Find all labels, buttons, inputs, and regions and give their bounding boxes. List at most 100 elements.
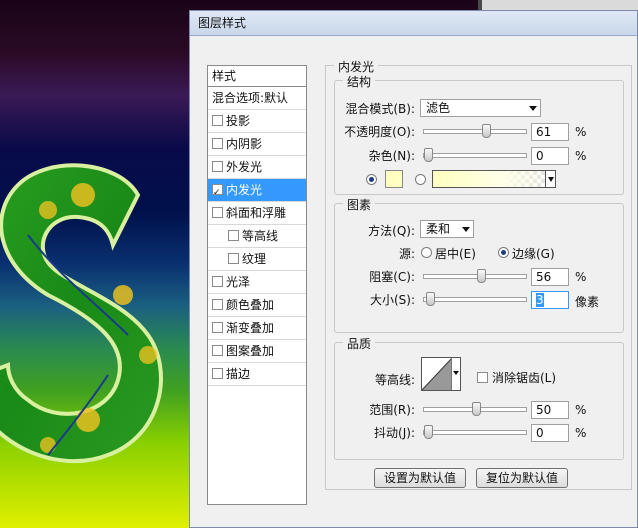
style-checkbox[interactable] [212,161,223,172]
structure-group: 结构 混合模式(B): 滤色 不透明度(O): 61 % 杂色(N): 0 % [334,73,624,195]
size-label: 大小(S): [369,293,415,307]
style-item[interactable]: 图案叠加 [208,340,306,363]
style-checkbox[interactable] [212,322,223,333]
structure-title: 结构 [343,73,376,90]
size-slider[interactable] [423,292,527,306]
style-item-label: 纹理 [242,252,267,266]
source-edge-label[interactable]: 边缘(G) [512,245,555,262]
opacity-input[interactable]: 61 [531,123,569,141]
blend-mode-value: 滤色 [426,101,451,115]
jitter-slider[interactable] [423,425,527,439]
style-item-label: 等高线 [242,229,279,243]
source-center-label[interactable]: 居中(E) [435,245,476,262]
jitter-input[interactable]: 0 [531,424,569,442]
chevron-down-icon [529,106,537,111]
style-item[interactable]: 投影 [208,110,306,133]
gradient-picker[interactable] [432,170,556,188]
contour-label: 等高线: [374,373,415,387]
noise-slider-thumb[interactable] [424,148,433,162]
choke-input[interactable]: 56 [531,268,569,286]
chevron-down-icon [462,227,470,232]
style-item-label: 斜面和浮雕 [226,206,287,220]
style-item-label: 颜色叠加 [226,298,275,312]
layer-style-dialog: 图层样式 样式 混合选项:默认 投影内阴影外发光内发光斜面和浮雕等高线纹理光泽颜… [189,10,638,528]
gradient-radio[interactable] [415,174,426,185]
style-checkbox[interactable] [212,115,223,126]
elements-group: 图素 方法(Q): 柔和 源: 居中(E) 边缘(G) 阻塞(C): 56 % … [334,196,624,333]
style-item-label: 外发光 [226,160,263,174]
style-item-label: 描边 [226,367,251,381]
quality-group: 品质 等高线: 消除锯齿(L) 范围(R): 50 % 抖动(J): 0 % [334,335,624,460]
style-item[interactable]: 描边 [208,363,306,386]
size-slider-thumb[interactable] [426,292,435,306]
opacity-slider-thumb[interactable] [482,124,491,138]
technique-select[interactable]: 柔和 [420,220,474,238]
source-edge-radio[interactable] [498,247,509,258]
style-checkbox[interactable] [212,207,223,218]
noise-slider[interactable] [423,148,527,162]
choke-label: 阻塞(C): [369,270,415,284]
jitter-unit: % [575,426,587,440]
style-item[interactable]: 斜面和浮雕 [208,202,306,225]
style-checkbox[interactable] [212,368,223,379]
style-item[interactable]: 等高线 [208,225,306,248]
glow-color-swatch[interactable] [385,170,403,188]
choke-unit: % [575,270,587,284]
style-item[interactable]: 颜色叠加 [208,294,306,317]
size-input[interactable]: 3 [531,291,569,309]
color-radio[interactable] [366,174,377,185]
size-value: 3 [536,293,544,307]
style-checkbox[interactable] [212,345,223,356]
range-label: 范围(R): [369,403,415,417]
style-item-label: 内发光 [226,183,263,197]
jitter-label: 抖动(J): [374,426,415,440]
style-checkbox[interactable] [228,230,239,241]
blending-options-item[interactable]: 混合选项:默认 [208,87,306,110]
opacity-label: 不透明度(O): [344,125,415,139]
choke-slider[interactable] [423,269,527,283]
chevron-down-icon [548,177,554,182]
gradient-dropdown[interactable] [545,170,556,188]
anti-alias-label[interactable]: 消除锯齿(L) [492,369,556,386]
contour-dropdown[interactable] [451,358,460,390]
noise-input[interactable]: 0 [531,147,569,165]
source-label: 源: [398,247,415,261]
technique-value: 柔和 [426,222,451,236]
choke-slider-thumb[interactable] [477,269,486,283]
range-slider[interactable] [423,402,527,416]
style-item-label: 渐变叠加 [226,321,275,335]
style-item[interactable]: 外发光 [208,156,306,179]
style-item-label: 光泽 [226,275,251,289]
style-item[interactable]: 内发光 [208,179,306,204]
contour-picker[interactable] [421,357,461,391]
style-checkbox[interactable] [212,138,223,149]
styles-list: 样式 混合选项:默认 投影内阴影外发光内发光斜面和浮雕等高线纹理光泽颜色叠加渐变… [207,65,307,505]
style-item-label: 图案叠加 [226,344,275,358]
chevron-down-icon [453,371,459,375]
anti-alias-checkbox[interactable] [477,372,488,383]
style-item[interactable]: 光泽 [208,271,306,294]
contour-curve-icon [422,358,452,390]
opacity-slider[interactable] [423,124,527,138]
dialog-title: 图层样式 [190,11,637,36]
source-center-radio[interactable] [421,247,432,258]
jitter-slider-thumb[interactable] [424,425,433,439]
range-input[interactable]: 50 [531,401,569,419]
opacity-unit: % [575,125,587,139]
style-checkbox[interactable] [212,276,223,287]
style-checkbox[interactable] [212,299,223,310]
make-default-button[interactable]: 设置为默认值 [374,468,466,488]
styles-header[interactable]: 样式 [208,66,306,87]
style-item-label: 投影 [226,114,251,128]
style-checkbox[interactable] [212,182,223,204]
size-unit: 像素 [575,295,600,309]
style-item[interactable]: 渐变叠加 [208,317,306,340]
blend-mode-select[interactable]: 滤色 [420,99,541,117]
noise-unit: % [575,149,587,163]
style-checkbox[interactable] [228,253,239,264]
inner-glow-group: 内发光 结构 混合模式(B): 滤色 不透明度(O): 61 % 杂色(N): [325,58,632,490]
reset-default-button[interactable]: 复位为默认值 [476,468,568,488]
style-item[interactable]: 内阴影 [208,133,306,156]
range-slider-thumb[interactable] [472,402,481,416]
style-item[interactable]: 纹理 [208,248,306,271]
